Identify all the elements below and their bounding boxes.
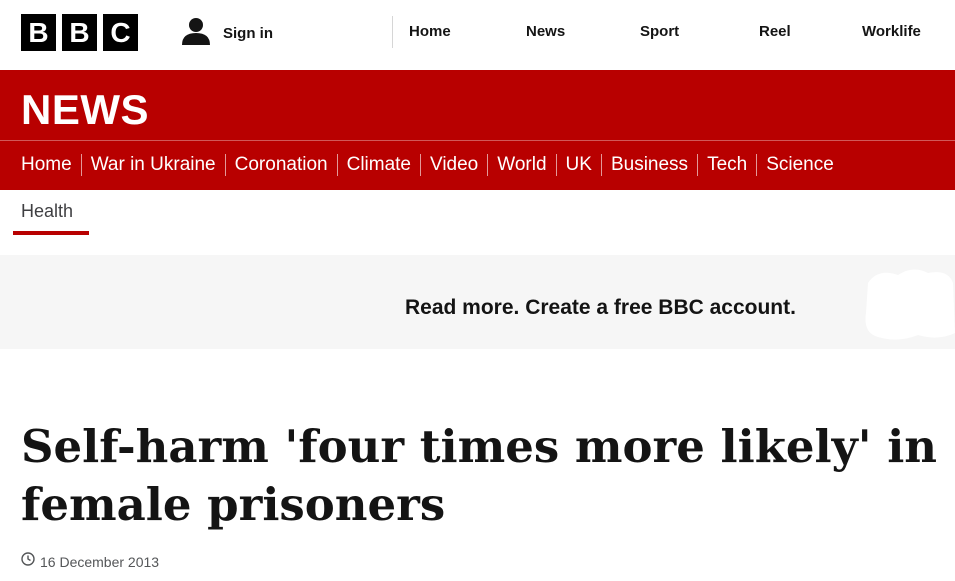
subnav-business[interactable]: Business <box>611 154 688 176</box>
topnav-reel[interactable]: Reel <box>759 23 791 40</box>
subnav-climate[interactable]: Climate <box>347 154 411 176</box>
sign-in-link[interactable]: Sign in <box>181 16 273 51</box>
logo-letter-c: C <box>103 14 138 51</box>
news-title[interactable]: NEWS <box>21 86 149 134</box>
subnav-video[interactable]: Video <box>430 154 478 176</box>
tab-health[interactable]: Health <box>21 201 73 222</box>
account-promo-banner: Read more. Create a free BBC account. <box>0 255 955 349</box>
subnav-separator <box>80 154 82 176</box>
news-banner-divider <box>0 140 955 141</box>
subnav-separator <box>487 154 489 176</box>
logo-letter-b2: B <box>62 14 97 51</box>
subnav-separator <box>336 154 338 176</box>
subnav-separator <box>697 154 699 176</box>
clock-icon <box>21 552 35 571</box>
promo-illustration <box>865 269 955 340</box>
subnav-world[interactable]: World <box>497 154 546 176</box>
sign-in-label: Sign in <box>223 25 273 42</box>
top-bar: B B C Sign in Home News Sport Reel Workl… <box>0 0 955 70</box>
subnav-war-in-ukraine[interactable]: War in Ukraine <box>91 154 216 176</box>
bbc-logo[interactable]: B B C <box>21 14 138 51</box>
subnav-separator <box>756 154 758 176</box>
subnav-coronation[interactable]: Coronation <box>235 154 328 176</box>
topnav-sport[interactable]: Sport <box>640 23 679 40</box>
header-divider <box>392 16 393 48</box>
subnav-tech[interactable]: Tech <box>707 154 747 176</box>
subnav-separator <box>224 154 226 176</box>
subnav-uk[interactable]: UK <box>566 154 592 176</box>
topnav-worklife[interactable]: Worklife <box>862 23 921 40</box>
article-headline: Self-harm 'four times more likely' in fe… <box>21 420 938 531</box>
news-banner: NEWS Home War in Ukraine Coronation Clim… <box>0 70 955 190</box>
topnav-home[interactable]: Home <box>409 23 451 40</box>
article-date: 16 December 2013 <box>21 552 159 571</box>
logo-letter-b1: B <box>21 14 56 51</box>
subnav-science[interactable]: Science <box>766 154 834 176</box>
date-text: 16 December 2013 <box>40 553 160 570</box>
create-account-link[interactable]: Read more. Create a free BBC account. <box>405 296 796 320</box>
section-tabs: Health <box>0 190 955 236</box>
subnav-home[interactable]: Home <box>21 154 72 176</box>
subnav-separator <box>555 154 557 176</box>
subnav-separator <box>600 154 602 176</box>
user-icon <box>181 16 211 51</box>
topnav-news[interactable]: News <box>526 23 565 40</box>
active-tab-indicator <box>13 231 89 235</box>
news-subnav: Home War in Ukraine Coronation Climate V… <box>21 154 834 176</box>
subnav-separator <box>420 154 421 176</box>
